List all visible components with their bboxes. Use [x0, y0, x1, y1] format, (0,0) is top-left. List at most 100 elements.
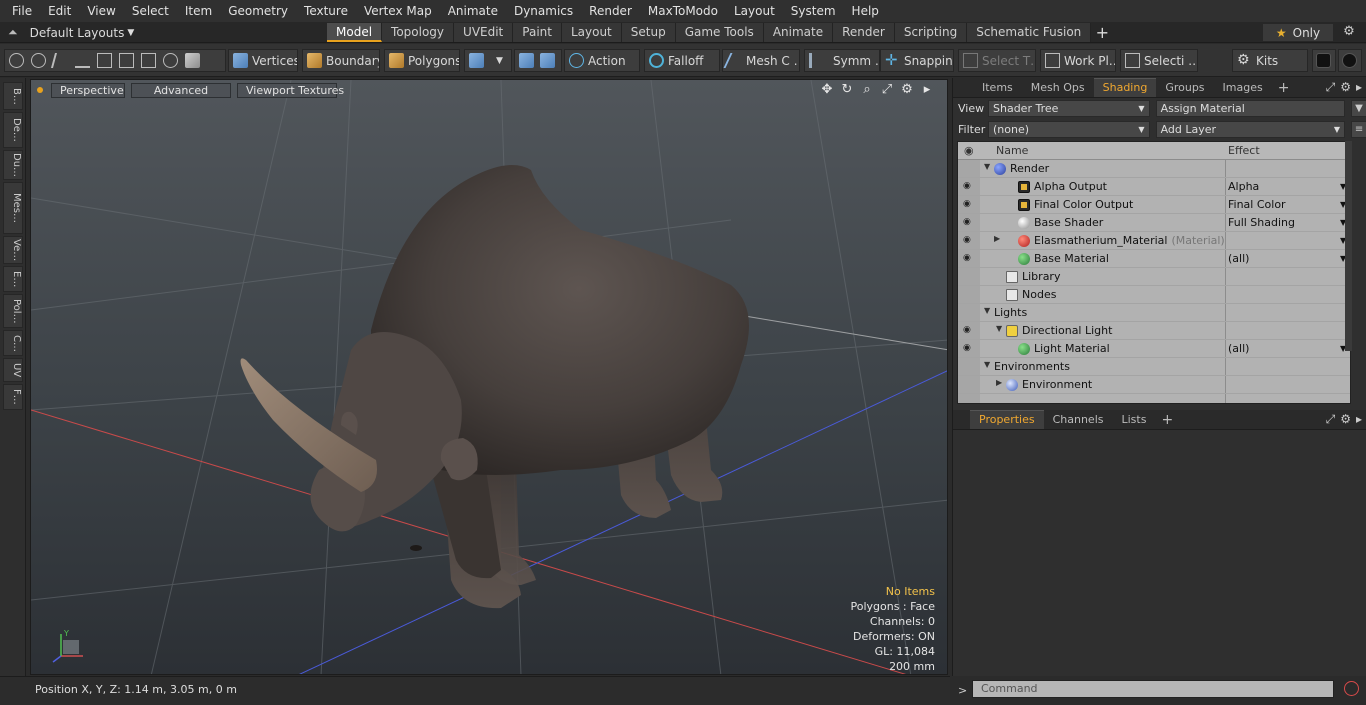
tab-uvedit[interactable]: UVEdit	[454, 23, 514, 42]
mesh-constraint-button[interactable]: Mesh C …	[722, 49, 800, 72]
menu-geometry[interactable]: Geometry	[220, 0, 296, 22]
expand-arrow-icon[interactable]: ▶	[996, 378, 1002, 387]
tab-channels[interactable]: Channels	[1044, 411, 1113, 429]
left-tab-5[interactable]: E…	[3, 266, 23, 292]
action-center-button[interactable]: Action	[564, 49, 640, 72]
expand-icon[interactable]: ⤢	[1326, 412, 1336, 427]
shader-tree-row[interactable]: ◉ Alpha Output Alpha ▼	[958, 178, 1350, 196]
menu-dynamics[interactable]: Dynamics	[506, 0, 581, 22]
shield-icon[interactable]	[519, 53, 534, 68]
vertices-button[interactable]: Vertices	[228, 49, 298, 72]
falloff-button[interactable]: Falloff	[644, 49, 720, 72]
shader-tree-row[interactable]: ▶ Environment	[958, 376, 1350, 394]
shader-tree-row[interactable]: ◉ Base Shader Full Shading ▼	[958, 214, 1350, 232]
record-icon[interactable]	[1344, 681, 1359, 696]
symmetry-button[interactable]: Symm …	[804, 49, 880, 72]
tab-lists[interactable]: Lists	[1113, 411, 1156, 429]
filter-select[interactable]: (none) ▼	[988, 121, 1150, 138]
shader-tree-row[interactable]: ◉ ▶ Elasmatherium_Material (Material) ▼	[958, 232, 1350, 250]
shader-tree-row[interactable]: ◉ Base Material (all) ▼	[958, 250, 1350, 268]
visibility-eye-icon[interactable]: ◉	[963, 325, 975, 336]
tree-item-effect[interactable]: Final Color	[1228, 198, 1286, 211]
layout-selector[interactable]: ⏶ Default Layouts ▼	[8, 24, 134, 41]
menu-view[interactable]: View	[79, 0, 123, 22]
tab-render[interactable]: Render	[833, 23, 895, 42]
shader-tree-row[interactable]: ▼ Lights	[958, 304, 1350, 322]
snapping-button[interactable]: ✛ Snapping	[880, 49, 954, 72]
tab-animate[interactable]: Animate	[763, 23, 834, 42]
tab-shading[interactable]: Shading	[1093, 78, 1157, 97]
rotate-icon[interactable]: ↻	[839, 82, 855, 97]
shader-tree-row[interactable]: ▼ Render	[958, 160, 1350, 178]
play-icon[interactable]: ▸	[919, 82, 935, 97]
tree-item-effect[interactable]: Alpha	[1228, 180, 1259, 193]
advanced-shading-button[interactable]: Advanced	[131, 82, 231, 98]
item-mode-icon[interactable]	[185, 53, 200, 68]
pen-icon[interactable]	[50, 53, 71, 68]
menu-layout[interactable]: Layout	[726, 0, 783, 22]
fit-icon[interactable]: ⤢	[879, 82, 895, 97]
tab-paint[interactable]: Paint	[513, 23, 562, 42]
visibility-eye-icon[interactable]: ◉	[963, 217, 975, 228]
collapse-arrow-icon[interactable]: ▼	[984, 162, 990, 171]
tab-scripting[interactable]: Scripting	[894, 23, 968, 42]
tab-layout[interactable]: Layout	[561, 23, 622, 42]
left-tab-6[interactable]: Pol…	[3, 294, 23, 328]
menu-edit[interactable]: Edit	[40, 0, 79, 22]
menu-item[interactable]: Item	[177, 0, 220, 22]
visibility-eye-icon[interactable]: ◉	[963, 235, 975, 246]
add-properties-tab-button[interactable]: +	[1155, 412, 1179, 428]
frame-icon[interactable]	[141, 53, 156, 68]
list-options-icon[interactable]: ≡	[1351, 121, 1366, 138]
effect-column-header[interactable]: Effect	[1228, 144, 1260, 157]
shader-tree-row[interactable]: ▼ Environments	[958, 358, 1350, 376]
menu-maxtomodo[interactable]: MaxToModo	[640, 0, 726, 22]
tree-item-effect[interactable]: Full Shading	[1228, 216, 1295, 229]
move-icon[interactable]: ✥	[819, 82, 835, 97]
viewport-textures-button[interactable]: Viewport Textures	[237, 82, 344, 98]
panel-arrow-icon[interactable]: ▸	[1356, 412, 1362, 427]
visibility-eye-icon[interactable]: ◉	[963, 343, 975, 354]
only-button[interactable]: ★ Only	[1263, 24, 1333, 41]
add-panel-tab-button[interactable]: +	[1272, 80, 1296, 96]
name-column-header[interactable]: Name	[996, 144, 1028, 157]
globe-icon[interactable]	[31, 53, 46, 68]
panel-gear-icon[interactable]: ⚙	[1340, 412, 1351, 427]
menu-render[interactable]: Render	[581, 0, 640, 22]
left-tab-0[interactable]: B…	[3, 82, 23, 110]
polygons-button[interactable]: Polygons	[384, 49, 460, 72]
tab-properties[interactable]: Properties	[970, 410, 1044, 429]
collapse-arrow-icon[interactable]: ▼	[984, 360, 990, 369]
tab-setup[interactable]: Setup	[621, 23, 676, 42]
menu-file[interactable]: File	[4, 0, 40, 22]
tab-groups[interactable]: Groups	[1156, 79, 1213, 97]
collapse-arrow-icon[interactable]: ▼	[984, 306, 990, 315]
circle-select-icon[interactable]	[9, 53, 24, 68]
expand-arrow-icon[interactable]: ▶	[994, 234, 1000, 243]
shader-tree-row[interactable]: Nodes	[958, 286, 1350, 304]
panel-arrow-icon[interactable]: ▸	[1356, 80, 1362, 95]
panel-gear-icon[interactable]: ⚙	[1340, 80, 1351, 95]
gear-icon[interactable]: ⚙	[1340, 24, 1358, 41]
selection-sets-button[interactable]: Selecti …	[1120, 49, 1198, 72]
tab-images[interactable]: Images	[1214, 79, 1272, 97]
viewport-options-dot[interactable]	[37, 87, 43, 93]
shader-tree-row[interactable]: ◉ Final Color Output Final Color ▼	[958, 196, 1350, 214]
tab-game-tools[interactable]: Game Tools	[675, 23, 764, 42]
menu-animate[interactable]: Animate	[440, 0, 506, 22]
view-mode-button[interactable]: Perspective	[51, 82, 125, 98]
left-tab-4[interactable]: Ve…	[3, 236, 23, 264]
left-tab-1[interactable]: De…	[3, 112, 23, 148]
menu-system[interactable]: System	[783, 0, 844, 22]
tab-model[interactable]: Model	[327, 23, 383, 42]
visibility-eye-icon[interactable]: ◉	[963, 253, 975, 264]
menu-texture[interactable]: Texture	[296, 0, 356, 22]
tree-item-effect[interactable]: (all)	[1228, 252, 1249, 265]
shader-tree-row[interactable]: Library	[958, 268, 1350, 286]
material-mode-button[interactable]: ▼	[464, 49, 512, 72]
tree-item-effect[interactable]: (all)	[1228, 342, 1249, 355]
work-plane-button[interactable]: Work Pl…	[1040, 49, 1116, 72]
3d-viewport[interactable]: Perspective Advanced Viewport Textures ✥…	[30, 79, 948, 675]
shader-tree-row[interactable]: ◉ Light Material (all) ▼	[958, 340, 1350, 358]
pie-icon[interactable]	[163, 53, 178, 68]
